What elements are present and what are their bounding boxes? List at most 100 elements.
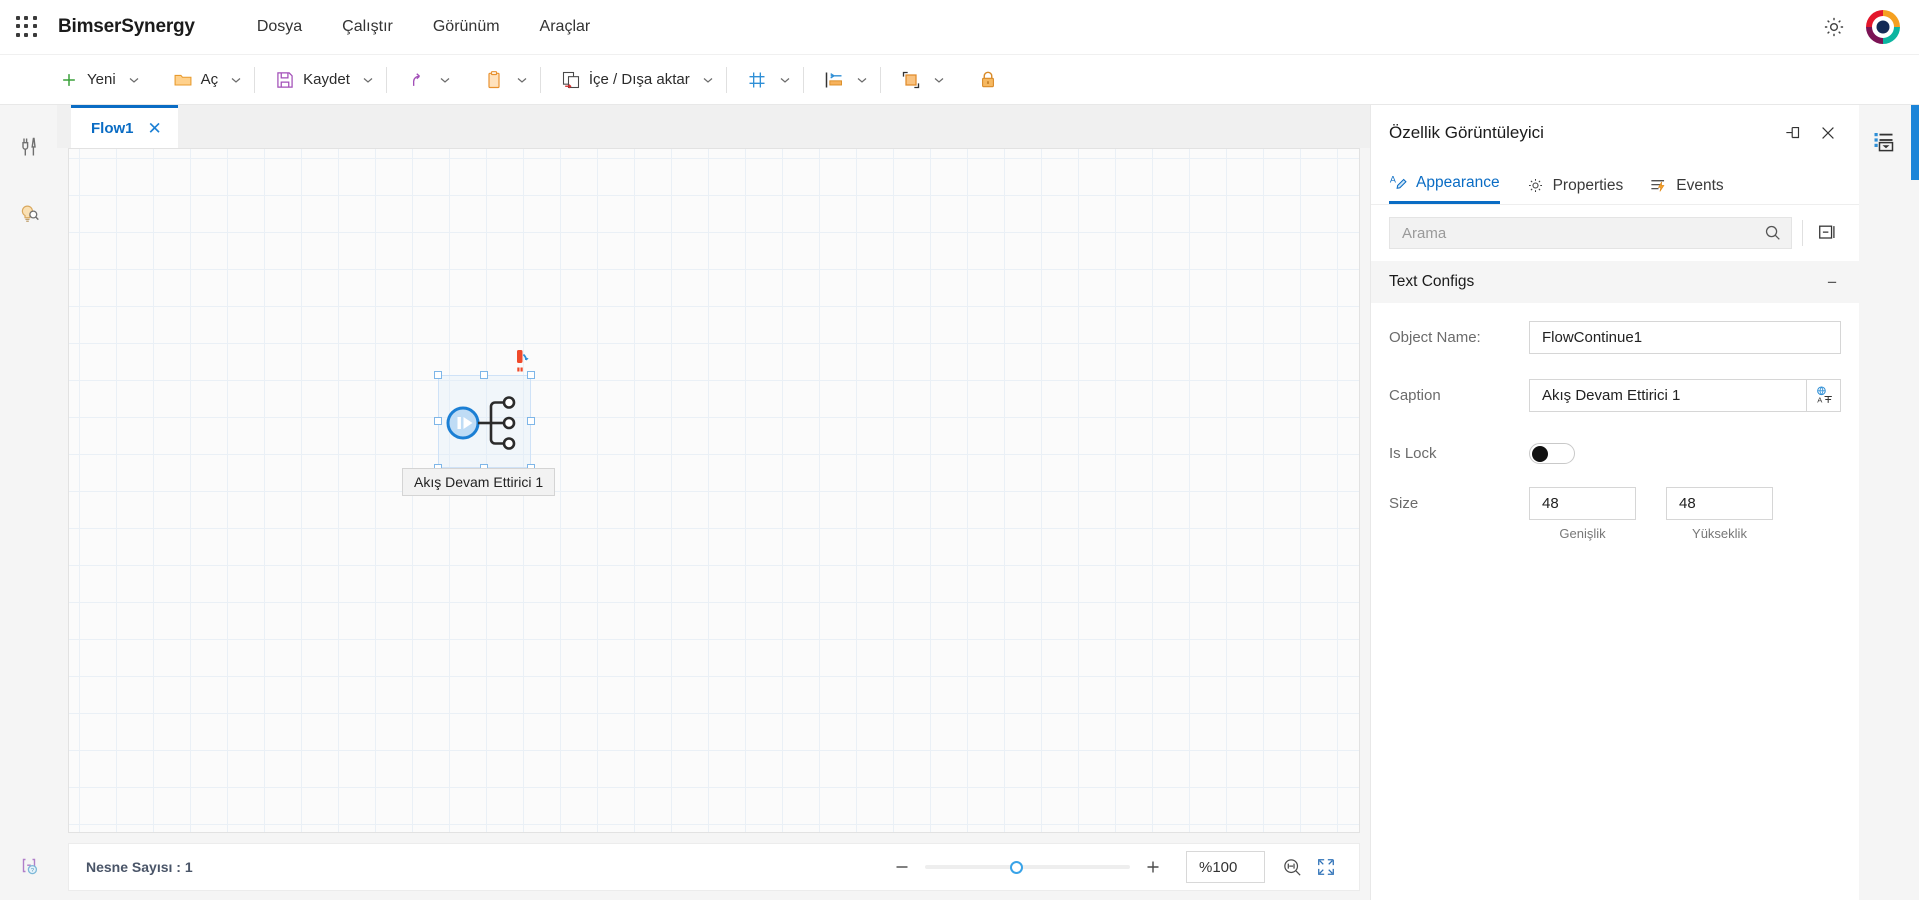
zoom-in-button[interactable] <box>1136 850 1170 884</box>
top-menu-bar: BimserSynergy Dosya Çalıştır Görünüm Ara… <box>0 0 1919 55</box>
size-width-input[interactable] <box>1530 488 1635 519</box>
tab-appearance[interactable]: A Appearance <box>1389 173 1500 204</box>
chevron-down-icon[interactable] <box>228 72 244 88</box>
paste-button[interactable] <box>474 63 514 97</box>
zoom-slider-thumb[interactable] <box>1010 861 1023 874</box>
minus-icon[interactable]: − <box>1827 274 1837 291</box>
size-label: Size <box>1389 495 1419 512</box>
size-height-field[interactable] <box>1666 487 1773 520</box>
chevron-down-icon[interactable] <box>931 72 947 88</box>
align-button[interactable] <box>814 63 854 97</box>
chevron-down-icon[interactable] <box>437 72 453 88</box>
menu-item-gorunum[interactable]: Görünüm <box>413 12 520 42</box>
toggle-knob <box>1532 445 1548 462</box>
zoom-fit-width-button[interactable] <box>1275 850 1309 884</box>
waffle-grid-icon[interactable] <box>14 14 40 40</box>
property-search-box[interactable] <box>1389 217 1792 249</box>
resize-handle-w[interactable] <box>434 417 442 425</box>
size-height-input[interactable] <box>1667 488 1772 519</box>
import-export-button[interactable]: İçe / Dışa aktar <box>551 63 700 97</box>
sidebar-item-inspector[interactable] <box>0 189 57 237</box>
gear-icon <box>1528 179 1542 192</box>
tab-flow1[interactable]: Flow1 ✕ <box>71 105 178 148</box>
undo-button[interactable] <box>397 63 437 97</box>
pin-icon[interactable] <box>1785 124 1803 142</box>
properties-panel-icon <box>1874 133 1894 152</box>
grid-button[interactable] <box>737 63 777 97</box>
chevron-down-icon[interactable] <box>360 72 376 88</box>
caption-field[interactable]: A <box>1529 378 1841 412</box>
is-lock-toggle[interactable] <box>1529 442 1575 464</box>
tab-events[interactable]: Events <box>1649 176 1724 204</box>
object-name-field[interactable] <box>1529 320 1841 354</box>
ribbon-toolbar: Yeni Aç Kaydet İçe / Dışa aktar <box>0 55 1919 105</box>
tab-properties[interactable]: Properties <box>1526 176 1624 204</box>
canvas-viewport[interactable]: Akış Devam Ettirici 1 <box>68 148 1360 833</box>
section-header-text-configs[interactable]: Text Configs − <box>1371 261 1859 303</box>
sidebar-item-toolbox[interactable] <box>0 123 57 171</box>
lock-icon <box>981 71 994 87</box>
floppy-disk-icon <box>277 71 293 88</box>
chevron-down-icon[interactable] <box>777 72 793 88</box>
zoom-slider[interactable] <box>925 857 1130 877</box>
appearance-pen-icon: A <box>1390 175 1407 189</box>
grid-icon <box>749 72 765 87</box>
group-button[interactable] <box>891 63 931 97</box>
menu-item-araclar[interactable]: Araçlar <box>520 12 611 42</box>
group-objects-icon <box>902 71 919 88</box>
properties-panel-toggle[interactable] <box>1859 117 1909 165</box>
folder-open-icon <box>174 74 192 86</box>
tools-wrench-icon <box>21 137 36 156</box>
align-left-icon <box>825 72 842 87</box>
caption-input[interactable] <box>1530 386 1806 404</box>
save-button[interactable]: Kaydet <box>265 63 360 97</box>
svg-text:?: ? <box>30 868 33 874</box>
lock-button[interactable] <box>968 63 1008 97</box>
caption-label: Caption <box>1389 386 1441 404</box>
collapse-all-icon <box>1819 225 1835 239</box>
search-input[interactable] <box>1390 224 1755 242</box>
size-width-caption: Genişlik <box>1559 526 1606 541</box>
chevron-down-icon[interactable] <box>514 72 530 88</box>
zoom-value-input[interactable]: %100 <box>1186 851 1265 883</box>
close-icon[interactable] <box>1819 124 1837 142</box>
menu-item-dosya[interactable]: Dosya <box>237 12 322 42</box>
svg-text:A: A <box>1390 175 1397 185</box>
open-button[interactable]: Aç <box>163 63 229 97</box>
collapse-all-button[interactable] <box>1813 219 1841 247</box>
fit-to-screen-icon <box>1318 859 1334 875</box>
minus-icon <box>896 866 908 868</box>
object-name-input[interactable] <box>1530 328 1840 346</box>
sidebar-item-script-help[interactable]: ? <box>0 842 57 890</box>
translate-icon: A <box>1816 386 1832 405</box>
flow-continue-play-icon <box>446 396 516 450</box>
zoom-out-button[interactable] <box>885 850 919 884</box>
resize-handle-nw[interactable] <box>434 371 442 379</box>
row-size: Size Genişlik Yükseklik <box>1371 487 1859 541</box>
menu-item-calistir[interactable]: Çalıştır <box>322 12 413 42</box>
new-button[interactable]: Yeni <box>49 63 126 97</box>
tab-properties-label: Properties <box>1552 176 1624 194</box>
gear-icon[interactable] <box>1821 14 1847 40</box>
zoom-tools: %100 <box>885 850 1359 884</box>
user-avatar-donut-logo[interactable] <box>1865 9 1901 45</box>
chevron-down-icon[interactable] <box>700 72 716 88</box>
flow-node-flowcontinue1[interactable]: Akış Devam Ettirici 1 <box>402 350 556 496</box>
translate-button[interactable]: A <box>1806 379 1840 411</box>
resize-handle-n[interactable] <box>480 371 488 379</box>
fit-to-screen-button[interactable] <box>1309 850 1343 884</box>
flow-canvas[interactable]: Akış Devam Ettirici 1 <box>69 149 1359 832</box>
resize-handle-e[interactable] <box>527 417 535 425</box>
menubar-right-group <box>1821 9 1919 45</box>
size-width-field[interactable] <box>1529 487 1636 520</box>
new-button-label: Yeni <box>87 71 116 88</box>
lightbulb-search-icon <box>21 205 39 222</box>
flow-node-label: Akış Devam Ettirici 1 <box>402 468 556 496</box>
chevron-down-icon[interactable] <box>126 72 142 88</box>
rotate-handle-icon[interactable] <box>510 349 544 375</box>
chevron-down-icon[interactable] <box>854 72 870 88</box>
close-icon[interactable]: ✕ <box>148 120 162 137</box>
right-rail-accent <box>1911 105 1919 180</box>
search-button[interactable] <box>1755 218 1791 248</box>
row-caption: Caption A <box>1371 371 1859 419</box>
